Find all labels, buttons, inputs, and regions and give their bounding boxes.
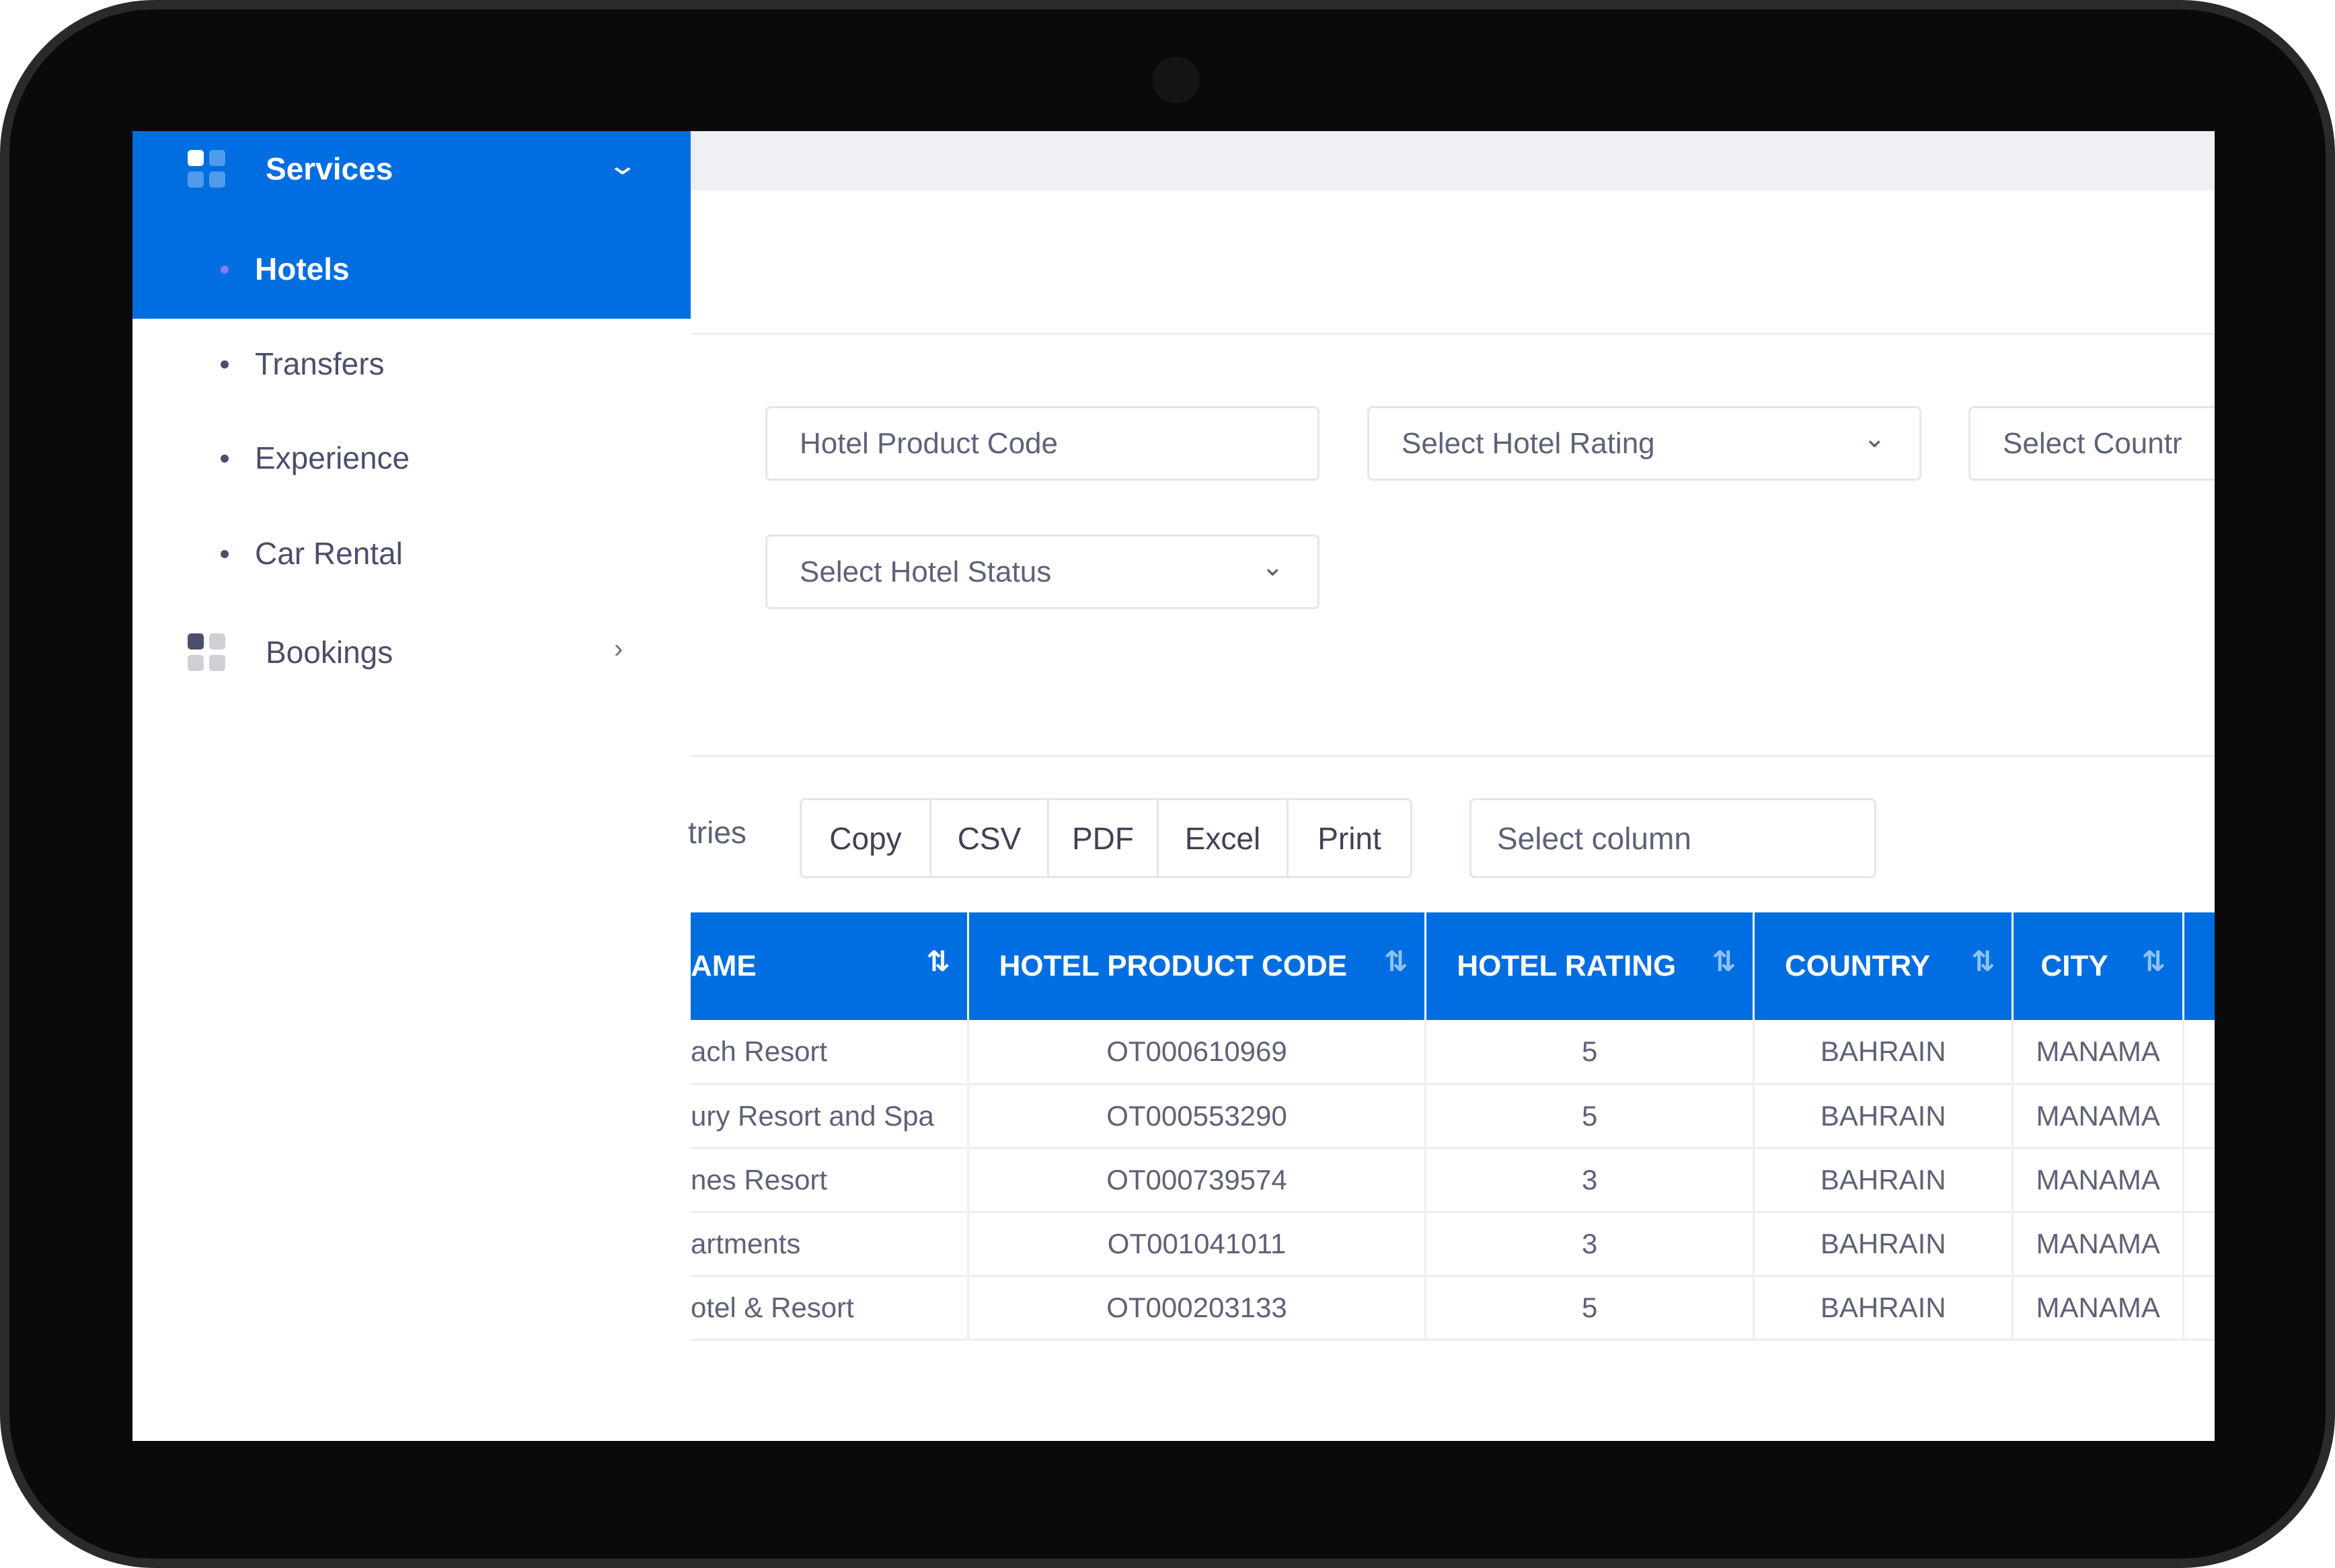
table-cell: 3 [1425, 1148, 1755, 1213]
table-cell: 5 [1425, 1084, 1755, 1149]
table-header-row: AME ⇅ HOTEL PRODUCT CODE ⇅ HOTEL RATING ⇅ C… [691, 912, 2215, 1020]
table-cell: BAHRAIN [1753, 1276, 2014, 1341]
table-cell-overflow [2183, 1084, 2215, 1149]
table-row[interactable]: otel & Resort OT000203133 5 BAHRAIN MANAMA [691, 1276, 2215, 1341]
country-select[interactable]: Select Countr [1968, 406, 2215, 481]
sidebar-item-label: Hotels [255, 251, 350, 286]
print-button[interactable]: Print [1289, 800, 1410, 876]
divider [691, 755, 2215, 757]
column-header-product-code[interactable]: HOTEL PRODUCT CODE ⇅ [968, 912, 1427, 1020]
sidebar-item-hotels[interactable]: Hotels [255, 251, 350, 287]
column-header-name[interactable]: AME ⇅ [691, 912, 969, 1020]
chevron-down-icon: ⌄ [1863, 424, 1886, 453]
sidebar-item-bookings[interactable]: Bookings [188, 633, 393, 671]
column-header-overflow [2183, 912, 2215, 1020]
placeholder: Hotel Product Code [800, 426, 1058, 460]
select-column-input[interactable]: Select column [1469, 798, 1876, 878]
table-cell: ury Resort and Spa [691, 1084, 969, 1149]
screen: Services ⌄ Hotels Transfers Experience C… [132, 131, 2215, 1441]
table-cell: OT000739574 [968, 1148, 1427, 1213]
table-cell-overflow [2183, 1148, 2215, 1213]
sort-icon[interactable]: ⇅ [926, 945, 950, 978]
table-cell: OT000553290 [968, 1084, 1427, 1149]
table-cell: otel & Resort [691, 1276, 969, 1341]
placeholder: Select Hotel Status [800, 555, 1052, 588]
table-row[interactable]: artments OT001041011 3 BAHRAIN MANAMA [691, 1212, 2215, 1277]
bullet-icon [221, 455, 229, 463]
grid-icon [188, 633, 225, 671]
table-cell: MANAMA [2012, 1212, 2184, 1277]
placeholder: Select Hotel Rating [1402, 426, 1655, 460]
bullet-icon [221, 550, 229, 558]
entries-label: tries [688, 815, 747, 850]
sort-icon[interactable]: ⇅ [1384, 945, 1408, 978]
sort-icon[interactable]: ⇅ [1712, 945, 1736, 978]
sort-icon[interactable]: ⇅ [2142, 945, 2166, 978]
table-cell: 3 [1425, 1212, 1755, 1277]
hotel-product-code-input[interactable]: Hotel Product Code [765, 406, 1319, 481]
grid-icon [188, 150, 225, 188]
table-cell: BAHRAIN [1753, 1148, 2014, 1213]
placeholder: Select Countr [2003, 426, 2182, 460]
header-label: CITY [2040, 949, 2108, 982]
sidebar: Services ⌄ Hotels Transfers Experience C… [132, 131, 691, 1441]
camera [1153, 56, 1200, 104]
chevron-down-icon[interactable]: ⌄ [607, 150, 638, 181]
sidebar-item-label: Services [266, 151, 393, 186]
sidebar-item-transfers[interactable]: Transfers [255, 346, 385, 382]
table-cell: OT001041011 [968, 1212, 1427, 1277]
table-cell-overflow [2183, 1212, 2215, 1277]
sidebar-item-experience[interactable]: Experience [255, 440, 410, 476]
header-label: HOTEL PRODUCT CODE [999, 949, 1348, 982]
bullet-icon [221, 266, 229, 274]
table-cell: BAHRAIN [1753, 1084, 2014, 1149]
table-cell: MANAMA [2012, 1084, 2184, 1149]
pdf-button[interactable]: PDF [1049, 800, 1159, 876]
divider [691, 333, 2215, 335]
table-cell: ach Resort [691, 1020, 969, 1085]
placeholder: Select column [1497, 820, 1691, 856]
table-cell: 5 [1425, 1020, 1755, 1085]
chevron-down-icon: ⌄ [1261, 552, 1284, 582]
table-cell: OT000203133 [968, 1276, 1427, 1341]
table-row[interactable]: nes Resort OT000739574 3 BAHRAIN MANAMA [691, 1148, 2215, 1213]
bullet-icon [221, 360, 229, 368]
table-cell: OT000610969 [968, 1020, 1427, 1085]
hotel-status-select[interactable]: Select Hotel Status ⌄ [765, 535, 1319, 609]
table-cell: MANAMA [2012, 1148, 2184, 1213]
export-buttons: Copy CSV PDF Excel Print [800, 798, 1412, 878]
header-label: AME [691, 949, 757, 982]
sidebar-item-label: Bookings [266, 635, 393, 670]
table-cell-overflow [2183, 1276, 2215, 1341]
table-cell: nes Resort [691, 1148, 969, 1213]
table-cell: MANAMA [2012, 1020, 2184, 1085]
chevron-right-icon[interactable]: › [614, 634, 623, 664]
header-label: HOTEL RATING [1457, 949, 1677, 982]
column-header-country[interactable]: COUNTRY ⇅ [1753, 912, 2014, 1020]
csv-button[interactable]: CSV [931, 800, 1049, 876]
sidebar-item-label: Experience [255, 440, 410, 475]
sort-icon[interactable]: ⇅ [1971, 945, 1995, 978]
top-bar [691, 131, 2215, 190]
header-label: COUNTRY [1785, 949, 1930, 982]
column-header-city[interactable]: CITY ⇅ [2012, 912, 2184, 1020]
table-cell: MANAMA [2012, 1276, 2184, 1341]
table-cell: BAHRAIN [1753, 1020, 2014, 1085]
hotel-rating-select[interactable]: Select Hotel Rating ⌄ [1367, 406, 1921, 481]
sidebar-item-label: Transfers [255, 346, 385, 381]
hotels-table: AME ⇅ HOTEL PRODUCT CODE ⇅ HOTEL RATING ⇅ C… [691, 912, 2215, 1341]
table-row[interactable]: ury Resort and Spa OT000553290 5 BAHRAIN MAN… [691, 1084, 2215, 1149]
table-cell: 5 [1425, 1276, 1755, 1341]
copy-button[interactable]: Copy [802, 800, 931, 876]
table-cell: artments [691, 1212, 969, 1277]
table-row[interactable]: ach Resort OT000610969 5 BAHRAIN MANAMA [691, 1020, 2215, 1085]
sidebar-item-label: Car Rental [255, 536, 403, 571]
table-cell: BAHRAIN [1753, 1212, 2014, 1277]
table-cell-overflow [2183, 1020, 2215, 1085]
column-header-rating[interactable]: HOTEL RATING ⇅ [1425, 912, 1755, 1020]
sidebar-item-car-rental[interactable]: Car Rental [255, 535, 403, 572]
sidebar-item-services[interactable]: Services [188, 150, 393, 188]
excel-button[interactable]: Excel [1159, 800, 1289, 876]
